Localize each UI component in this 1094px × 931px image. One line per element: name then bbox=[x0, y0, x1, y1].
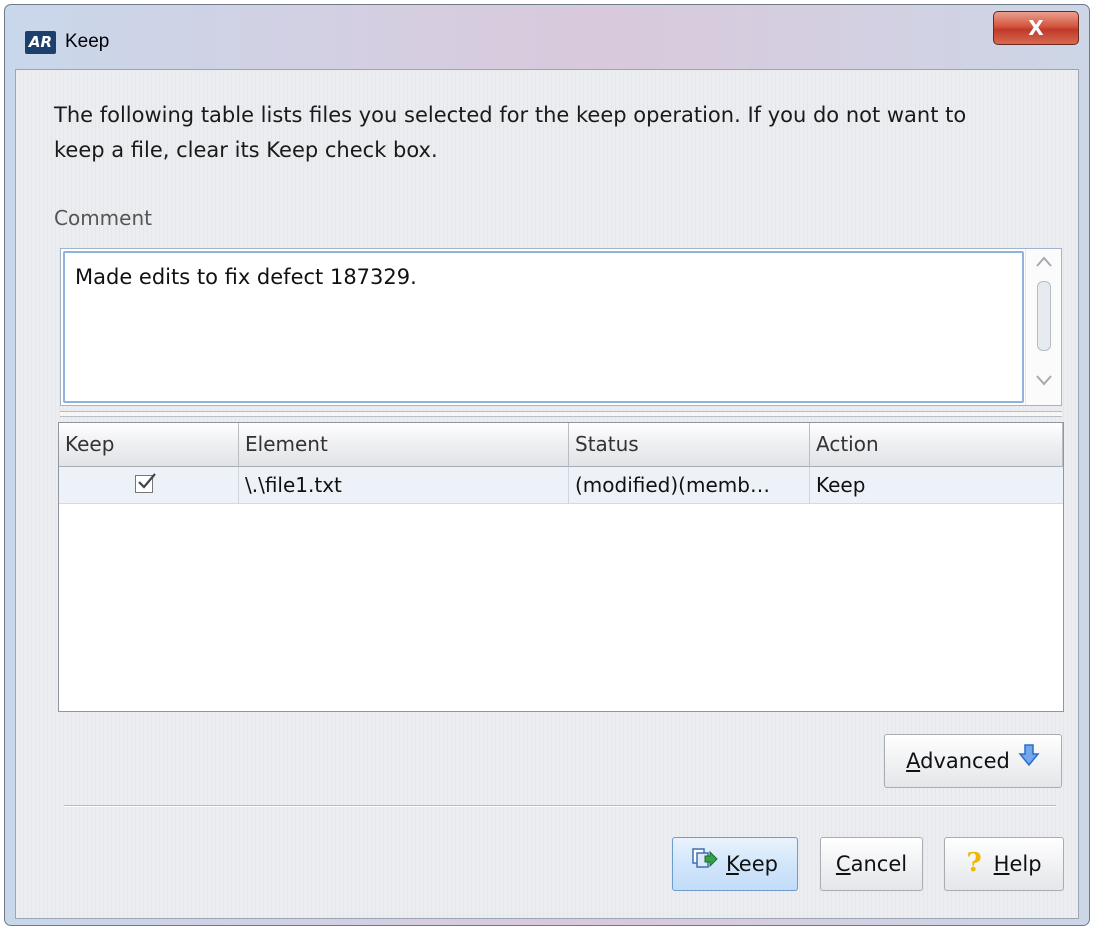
comment-scrollbar[interactable] bbox=[1025, 249, 1061, 405]
help-question-icon: ? bbox=[966, 848, 982, 878]
status-cell: (modified)(memb… bbox=[569, 467, 810, 504]
splitter-handle[interactable] bbox=[60, 411, 1062, 417]
column-header-status[interactable]: Status bbox=[569, 423, 810, 467]
arrow-down-icon bbox=[1018, 734, 1040, 786]
dialog-body: The following table lists files you sele… bbox=[15, 69, 1079, 919]
button-separator bbox=[64, 805, 1056, 807]
keep-button[interactable]: Keep bbox=[672, 837, 798, 891]
comment-value[interactable]: Made edits to fix defect 187329. bbox=[75, 265, 417, 289]
comment-textarea[interactable]: Made edits to fix defect 187329. bbox=[60, 248, 1062, 406]
keep-checkbox[interactable] bbox=[135, 473, 156, 493]
keep-mnemonic: K bbox=[726, 852, 739, 876]
instructions-text: The following table lists files you sele… bbox=[54, 103, 967, 162]
keep-files-icon bbox=[692, 837, 718, 889]
comment-label: Comment bbox=[54, 206, 152, 230]
close-button[interactable]: X bbox=[993, 11, 1079, 45]
action-cell[interactable]: Keep bbox=[810, 467, 1063, 504]
help-button[interactable]: ? Help bbox=[944, 837, 1064, 891]
app-logo-icon: AR bbox=[25, 31, 56, 54]
column-header-action[interactable]: Action bbox=[810, 423, 1063, 467]
column-header-keep[interactable]: Keep bbox=[59, 423, 239, 467]
keep-label: eep bbox=[738, 852, 778, 876]
cancel-label: ancel bbox=[850, 852, 908, 876]
help-mnemonic: H bbox=[993, 852, 1010, 876]
scroll-thumb[interactable] bbox=[1037, 281, 1051, 351]
column-header-element[interactable]: Element bbox=[239, 423, 569, 467]
table-header: Keep Element Status Action bbox=[59, 423, 1063, 467]
keep-dialog: AR Keep X The following table lists file… bbox=[4, 4, 1090, 926]
element-cell: \.\file1.txt bbox=[239, 467, 569, 504]
advanced-mnemonic: A bbox=[906, 749, 921, 773]
cancel-mnemonic: C bbox=[835, 852, 851, 876]
table-row[interactable]: \.\file1.txt (modified)(memb… Keep bbox=[59, 467, 1063, 504]
advanced-button[interactable]: Advanced bbox=[884, 734, 1062, 788]
files-table: Keep Element Status Action \.\file1.txt … bbox=[58, 422, 1064, 712]
window-title: Keep bbox=[65, 31, 110, 52]
advanced-label: dvanced bbox=[920, 749, 1010, 773]
scroll-down-icon[interactable] bbox=[1035, 373, 1053, 391]
scroll-up-icon[interactable] bbox=[1035, 255, 1053, 273]
checkmark-icon bbox=[138, 473, 156, 489]
help-label: elp bbox=[1009, 852, 1042, 876]
keep-cell bbox=[59, 467, 239, 504]
comment-focus-ring: Made edits to fix defect 187329. bbox=[63, 251, 1024, 403]
cancel-button[interactable]: Cancel bbox=[820, 837, 923, 891]
title-bar[interactable]: AR Keep X bbox=[5, 5, 1089, 69]
